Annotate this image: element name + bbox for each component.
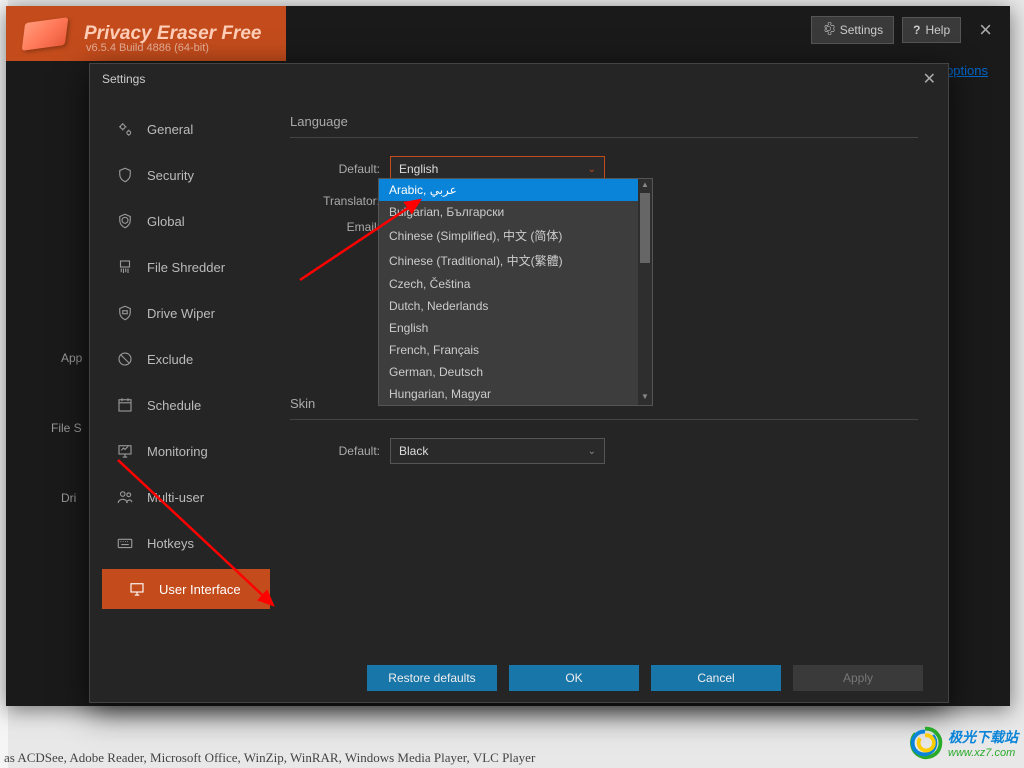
dialog-title: Settings bbox=[102, 72, 145, 86]
sidebar-item-global[interactable]: Global bbox=[90, 201, 270, 241]
drive-wiper-icon bbox=[115, 303, 135, 323]
cancel-button[interactable]: Cancel bbox=[651, 665, 781, 691]
exclude-icon bbox=[115, 349, 135, 369]
sidebar-item-hotkeys[interactable]: Hotkeys bbox=[90, 523, 270, 563]
language-dropdown[interactable]: Arabic, عربي Bulgarian, Български Chines… bbox=[378, 178, 653, 406]
sidebar-item-multi-user[interactable]: Multi-user bbox=[90, 477, 270, 517]
sidebar-item-file-shredder[interactable]: File Shredder bbox=[90, 247, 270, 287]
ok-button[interactable]: OK bbox=[509, 665, 639, 691]
shredder-icon bbox=[115, 257, 135, 277]
watermark-url: www.xz7.com bbox=[948, 747, 1018, 759]
sidebar-item-schedule[interactable]: Schedule bbox=[90, 385, 270, 425]
help-icon: ? bbox=[913, 23, 920, 37]
dialog-close-button[interactable]: ✕ bbox=[923, 69, 936, 89]
lang-option-chinese-simplified[interactable]: Chinese (Simplified), 中文 (简体) bbox=[379, 223, 652, 248]
sidebar-item-user-interface[interactable]: User Interface bbox=[102, 569, 270, 609]
lang-option-chinese-traditional[interactable]: Chinese (Traditional), 中文(繁體) bbox=[379, 248, 652, 273]
lang-option-czech[interactable]: Czech, Čeština bbox=[379, 273, 652, 295]
sidebar-item-general[interactable]: General bbox=[90, 109, 270, 149]
skin-default-label: Default: bbox=[290, 444, 390, 458]
gear-icon bbox=[822, 22, 835, 38]
shield-icon bbox=[115, 165, 135, 185]
skin-combo[interactable]: Black ⌄ bbox=[390, 438, 605, 464]
main-close-button[interactable]: × bbox=[969, 17, 1002, 43]
email-label: Email: bbox=[290, 220, 390, 234]
scroll-up-icon[interactable]: ▲ bbox=[641, 180, 649, 192]
restore-defaults-button[interactable]: Restore defaults bbox=[367, 665, 497, 691]
lang-option-french[interactable]: French, Français bbox=[379, 339, 652, 361]
section-language: Language bbox=[290, 114, 918, 129]
nav-peek-dri: Dri bbox=[61, 491, 76, 505]
users-icon bbox=[115, 487, 135, 507]
sidebar-item-monitoring[interactable]: Monitoring bbox=[90, 431, 270, 471]
sidebar-item-security[interactable]: Security bbox=[90, 155, 270, 195]
sidebar-item-exclude[interactable]: Exclude bbox=[90, 339, 270, 379]
language-default-label: Default: bbox=[290, 162, 390, 176]
watermark-cn: 极光下载站 bbox=[948, 727, 1018, 747]
header-help-button[interactable]: ? Help bbox=[902, 17, 961, 43]
scroll-down-icon[interactable]: ▼ bbox=[641, 392, 649, 404]
header-settings-button[interactable]: Settings bbox=[811, 16, 894, 44]
monitor-icon bbox=[115, 441, 135, 461]
lang-option-hungarian[interactable]: Hungarian, Magyar bbox=[379, 383, 652, 405]
dropdown-scrollbar[interactable]: ▲ ▼ bbox=[638, 179, 652, 405]
scroll-thumb[interactable] bbox=[640, 193, 650, 263]
sidebar-item-drive-wiper[interactable]: Drive Wiper bbox=[90, 293, 270, 333]
watermark-swirl-icon bbox=[906, 724, 944, 762]
lang-option-english[interactable]: English bbox=[379, 317, 652, 339]
settings-sidebar: General Security Global File Shredder Dr… bbox=[90, 94, 270, 654]
lang-option-dutch[interactable]: Dutch, Nederlands bbox=[379, 295, 652, 317]
gears-icon bbox=[115, 119, 135, 139]
settings-dialog: Settings ✕ General Security Global bbox=[89, 63, 949, 703]
display-icon bbox=[127, 579, 147, 599]
nav-peek-app: App bbox=[61, 351, 82, 365]
app-version: v6.5.4 Build 4886 (64-bit) bbox=[86, 42, 209, 54]
calendar-icon bbox=[115, 395, 135, 415]
keyboard-icon bbox=[115, 533, 135, 553]
settings-content: Language Default: English ⌄ Translator: bbox=[270, 94, 948, 654]
chevron-down-icon: ⌄ bbox=[588, 446, 596, 457]
main-nav-peek: App File S Dri bbox=[6, 61, 91, 701]
main-app-window: Privacy Eraser Free v6.5.4 Build 4886 (6… bbox=[6, 6, 1010, 706]
watermark: 极光下载站 www.xz7.com bbox=[906, 724, 1018, 762]
apply-button: Apply bbox=[793, 665, 923, 691]
lang-option-arabic[interactable]: Arabic, عربي bbox=[379, 179, 652, 201]
bg-bottom-text: as ACDSee, Adobe Reader, Microsoft Offic… bbox=[4, 750, 535, 766]
lang-option-german[interactable]: German, Deutsch bbox=[379, 361, 652, 383]
eraser-logo-icon bbox=[22, 17, 69, 51]
chevron-down-icon: ⌄ bbox=[588, 164, 596, 175]
lang-option-bulgarian[interactable]: Bulgarian, Български bbox=[379, 201, 652, 223]
globe-shield-icon bbox=[115, 211, 135, 231]
title-bar: Privacy Eraser Free v6.5.4 Build 4886 (6… bbox=[6, 6, 1010, 61]
translator-label: Translator: bbox=[290, 194, 390, 208]
nav-peek-file: File S bbox=[51, 421, 82, 435]
